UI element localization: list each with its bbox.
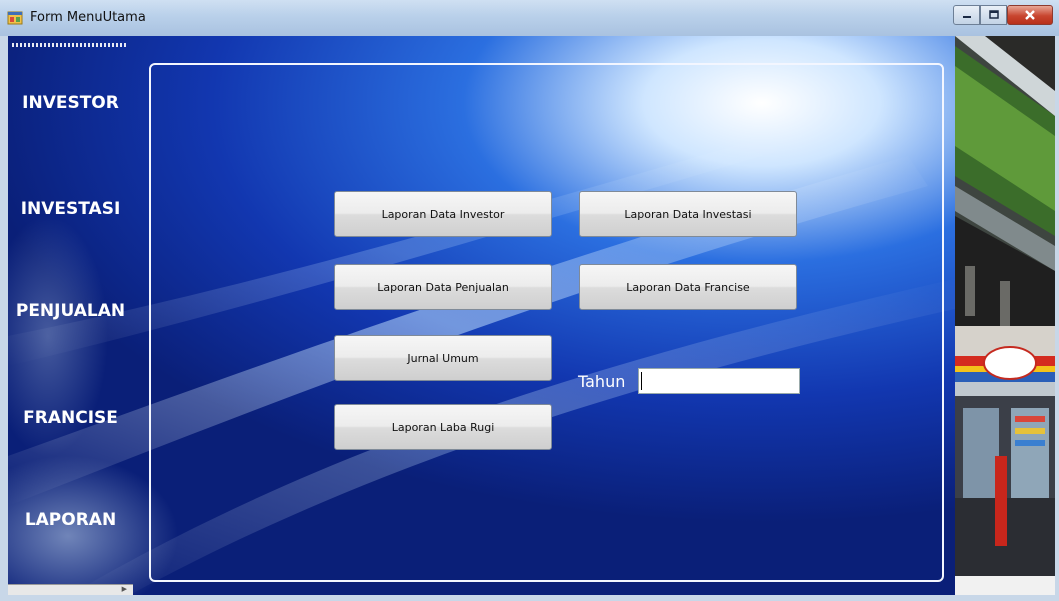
text-caret <box>641 372 642 390</box>
close-button[interactable] <box>1007 5 1053 25</box>
close-icon <box>1025 10 1035 20</box>
window-title: Form MenuUtama <box>30 10 146 25</box>
application-window: Form MenuUtama INVESTOR INVESTASI PENJUA… <box>0 0 1059 601</box>
laporan-data-penjualan-button[interactable]: Laporan Data Penjualan <box>334 264 552 310</box>
sidebar-item-laporan[interactable]: LAPORAN <box>8 510 133 530</box>
main-panel <box>149 63 944 582</box>
title-bar[interactable]: Form MenuUtama <box>0 0 1059 36</box>
sidebar-item-investor[interactable]: INVESTOR <box>8 93 133 113</box>
sidebar-item-investasi[interactable]: INVESTASI <box>8 199 133 219</box>
laporan-data-investasi-button[interactable]: Laporan Data Investasi <box>579 191 797 237</box>
maximize-button[interactable] <box>980 5 1007 25</box>
app-icon <box>7 11 23 25</box>
minimize-icon <box>962 16 971 18</box>
maximize-icon <box>988 10 999 19</box>
laporan-laba-rugi-button[interactable]: Laporan Laba Rugi <box>334 404 552 450</box>
jurnal-umum-button[interactable]: Jurnal Umum <box>334 335 552 381</box>
laporan-data-investor-button[interactable]: Laporan Data Investor <box>334 191 552 237</box>
tahun-input[interactable] <box>638 368 800 394</box>
sidebar-item-penjualan[interactable]: PENJUALAN <box>8 301 133 321</box>
sidebar-grip <box>12 43 128 47</box>
scroll-right-icon[interactable]: ▶ <box>122 586 127 594</box>
minimize-button[interactable] <box>953 5 980 25</box>
laporan-data-francise-button[interactable]: Laporan Data Francise <box>579 264 797 310</box>
client-area: INVESTOR INVESTASI PENJUALAN FRANCISE LA… <box>8 36 1055 595</box>
franchise-store-picture <box>955 36 1055 595</box>
sidebar-scrollbar[interactable]: ▶ <box>8 584 133 595</box>
sidebar: INVESTOR INVESTASI PENJUALAN FRANCISE LA… <box>8 36 133 595</box>
tahun-label: Tahun <box>578 372 626 391</box>
sidebar-item-francise[interactable]: FRANCISE <box>8 408 133 428</box>
